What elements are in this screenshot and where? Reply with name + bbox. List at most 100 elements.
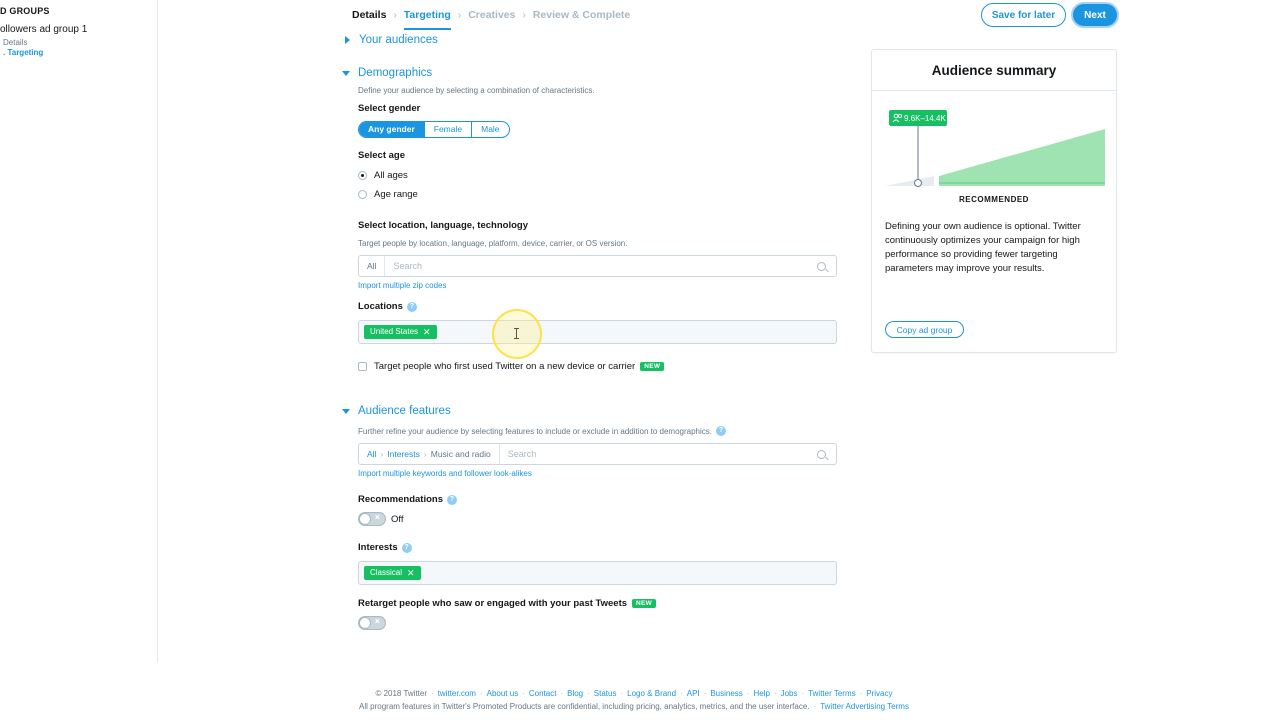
features-search-input[interactable] [499,449,817,459]
next-button[interactable]: Next [1071,2,1119,28]
cursor-highlight [492,309,542,359]
footer-link-contact[interactable]: Contact [529,689,557,698]
remove-icon[interactable]: ✕ [407,566,415,580]
features-crumb-current: Music and radio [430,449,491,459]
new-badge: NEW [640,362,665,371]
retarget-label: Retarget people who saw or engaged with … [358,598,657,609]
gender-selector: Any gender Female Male [358,121,510,138]
audience-features-hint-row: Further refine your audience by selectin… [358,426,726,436]
gender-any-option[interactable]: Any gender [359,122,424,137]
caret-down-icon [342,408,350,414]
chevron-right-icon: › [393,9,397,21]
interest-tag-label: Classical [370,568,403,577]
help-icon[interactable]: ? [406,301,417,312]
demographics-toggle[interactable]: Demographics [342,67,432,79]
location-hint: Target people by location, language, pla… [358,239,628,248]
footer-notice: All program features in Twitter's Promot… [359,702,810,711]
footer-link-terms[interactable]: Twitter Terms [808,689,855,698]
new-device-checkbox[interactable] [358,362,367,371]
age-all-label: All ages [374,170,408,181]
gender-female-option[interactable]: Female [423,122,471,137]
toggle-off-icon: × [374,616,380,626]
location-search-field: All [358,255,837,277]
copy-ad-group-button[interactable]: Copy ad group [885,321,964,338]
radio-selected-icon[interactable] [358,171,367,180]
toggle-off-icon: × [374,512,380,522]
footer-link-privacy[interactable]: Privacy [866,689,892,698]
footer-link-ad-terms[interactable]: Twitter Advertising Terms [820,702,909,711]
footer-links: © 2018 Twitter · twitter.com · About us · Cont… [375,689,893,698]
footer: © 2018 Twitter · twitter.com · About us · Cont… [0,663,1280,720]
recommendations-label-text: Recommendations [358,494,443,505]
interest-tag: Classical ✕ [364,566,421,580]
footer-link-api[interactable]: API [687,689,700,698]
radio-unselected-icon[interactable] [358,190,367,199]
search-icon [817,261,826,271]
age-range-option[interactable]: Age range [358,189,418,200]
gauge-narrow-area [885,176,934,186]
footer-link-twitter[interactable]: twitter.com [438,689,476,698]
remove-icon[interactable]: ✕ [423,325,431,339]
retarget-toggle[interactable]: × [358,616,386,630]
step-creatives[interactable]: Creatives [468,0,515,30]
features-breadcrumb: All › Interests › Music and radio [359,444,500,464]
gauge-marker [914,179,922,187]
step-targeting[interactable]: Targeting [403,0,451,30]
footer-link-logo-brand[interactable]: Logo & Brand [627,689,676,698]
interests-label: Interests ? [358,542,412,553]
features-crumb-all[interactable]: All [367,449,376,459]
interests-label-text: Interests [358,542,398,553]
your-audiences-toggle[interactable]: Your audiences [343,34,438,46]
chevron-right-icon: › [522,9,526,21]
demographics-title: Demographics [358,67,433,79]
location-tag-label: United States [370,327,419,336]
gender-male-option[interactable]: Male [471,122,508,137]
audience-features-hint: Further refine your audience by selectin… [358,426,712,436]
help-icon[interactable]: ? [715,426,726,436]
footer-link-business[interactable]: Business [710,689,742,698]
sidebar-ad-group[interactable]: ollowers ad group 1 [0,24,87,35]
locations-label: Locations ? [358,301,417,312]
audience-summary-title: Audience summary [872,50,1116,91]
your-audiences-title: Your audiences [359,34,438,46]
help-icon[interactable]: ? [447,494,457,505]
chevron-right-icon: › [423,449,427,459]
new-device-option[interactable]: Target people who first used Twitter on … [358,361,665,372]
footer-link-blog[interactable]: Blog [567,689,583,698]
recommendations-label: Recommendations ? [358,494,457,505]
sidebar-heading: D GROUPS [0,6,50,16]
footer-copyright: © 2018 Twitter [375,689,428,698]
age-all-option[interactable]: All ages [358,170,408,181]
demographics-hint: Define your audience by selecting a comb… [358,86,595,95]
recommended-label: RECOMMENDED [959,195,1029,204]
help-icon[interactable]: ? [401,542,412,553]
sidebar-step-targeting[interactable]: . Targeting [3,48,43,57]
toggle-knob [359,617,371,629]
recommendations-state: Off [391,514,404,525]
step-review-complete[interactable]: Review & Complete [533,0,630,30]
audience-features-toggle[interactable]: Audience features [342,405,451,417]
location-tag: United States ✕ [364,325,437,339]
save-for-later-button[interactable]: Save for later [981,3,1066,27]
interests-tag-box[interactable]: Classical ✕ [358,561,837,585]
search-icon [817,449,826,459]
footer-link-jobs[interactable]: Jobs [781,689,798,698]
location-search-input[interactable] [385,261,817,271]
footer-link-about[interactable]: About us [487,689,519,698]
import-zip-codes-link[interactable]: Import multiple zip codes [358,281,446,290]
gauge-recommended-area [939,129,1105,186]
new-device-label: Target people who first used Twitter on … [374,361,636,372]
locations-tag-box[interactable]: United States ✕ [358,320,837,344]
location-filter-all[interactable]: All [359,256,386,276]
text-cursor-icon [514,328,519,339]
features-crumb-interests[interactable]: Interests [387,449,420,459]
sidebar-step-details[interactable]: Details [3,38,27,47]
sidebar: D GROUPS ollowers ad group 1 Details . T… [0,0,158,663]
audience-features-title: Audience features [358,405,451,417]
age-label: Select age [358,150,405,161]
footer-link-status[interactable]: Status [594,689,617,698]
step-details[interactable]: Details [352,0,386,30]
recommendations-toggle[interactable]: × [358,512,386,526]
import-keywords-link[interactable]: Import multiple keywords and follower lo… [358,469,532,478]
footer-link-help[interactable]: Help [753,689,769,698]
